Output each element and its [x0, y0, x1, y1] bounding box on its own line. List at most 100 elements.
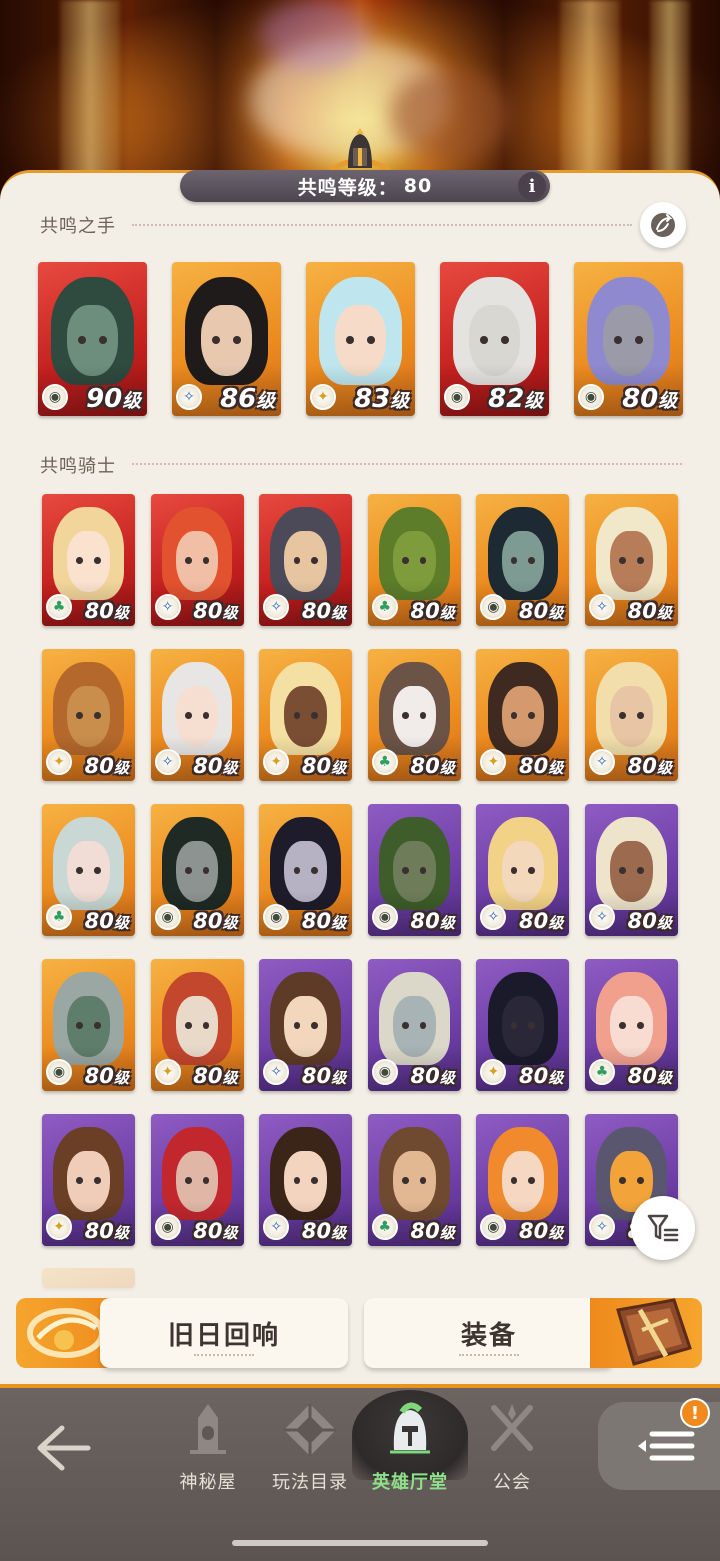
hero-portrait-eye: [293, 867, 301, 874]
hero-card[interactable]: ◉ 80级: [367, 804, 461, 936]
faction-wilder-icon: ♣: [371, 749, 398, 775]
hero-card[interactable]: ✧80级: [150, 649, 244, 781]
hero-card[interactable]: ✦ 80级: [476, 959, 570, 1091]
hero-level-unit: 级: [658, 391, 677, 412]
hero-level-value: 80: [193, 909, 223, 933]
hero-level-unit: 级: [439, 914, 455, 932]
hero-level-value: 80: [627, 909, 657, 933]
hero-card[interactable]: ◉ 80级: [476, 1114, 570, 1246]
hero-card[interactable]: ◉ 80级: [574, 262, 683, 416]
equipment-button[interactable]: 装备: [364, 1298, 614, 1368]
faction-celestial-icon: ✧: [263, 1059, 290, 1085]
hero-card[interactable]: ◉ 80级: [150, 1114, 244, 1246]
hero-level-value: 80: [627, 599, 657, 623]
hero-portrait-eye: [202, 1022, 210, 1029]
hero-card[interactable]: ✧80级: [585, 649, 678, 781]
hero-level-value: 80: [84, 599, 114, 623]
hero-portrait-eye: [76, 867, 83, 874]
hero-level-value: 80: [84, 909, 114, 933]
hero-portrait-eye: [637, 1022, 644, 1029]
hero-portrait-eye: [480, 335, 488, 344]
hero-card[interactable]: ✦ 80级: [259, 649, 353, 781]
hero-level: 80级: [628, 601, 672, 622]
hero-portrait-eye: [311, 1177, 318, 1184]
hero-card[interactable]: ◉ 90级: [38, 262, 147, 416]
hero-card[interactable]: ♣ 80级: [367, 1114, 461, 1246]
hero-card[interactable]: ♣ 80级: [367, 494, 461, 626]
hero-card[interactable]: ✧ 80级: [585, 494, 678, 626]
hero-card[interactable]: ♣ 80级: [585, 959, 678, 1091]
hero-card[interactable]: ✦ 80级: [150, 959, 244, 1091]
hero-portrait-eye: [185, 1177, 192, 1184]
hero-level-unit: 级: [222, 759, 238, 777]
hero-level-value: 83: [354, 384, 391, 414]
hero-card[interactable]: ◉ 80级: [476, 494, 570, 626]
nav-guild-label: 公会: [493, 1472, 531, 1493]
hero-portrait-eye: [76, 1177, 83, 1184]
hero-portrait-eye: [528, 557, 535, 564]
hero-portrait-eye: [94, 557, 101, 564]
faction-celestial-icon: ✧: [589, 594, 615, 620]
filter-button[interactable]: [631, 1196, 695, 1260]
echoes-button[interactable]: 旧日回响: [100, 1298, 348, 1368]
hero-card[interactable]: ✧80级: [476, 804, 570, 936]
hero-level: 80级: [193, 601, 237, 622]
hero-card[interactable]: ♣ 80级: [367, 649, 461, 781]
filter-icon: [647, 1214, 679, 1242]
hero-level-unit: 级: [548, 914, 564, 932]
hero-portrait-eye: [76, 712, 83, 719]
hero-portrait-eye: [637, 712, 644, 719]
nav-guild[interactable]: 公会: [462, 1400, 562, 1494]
faction-graveborn-icon: ◉: [46, 1059, 72, 1085]
switch-view-button[interactable]: [640, 202, 686, 248]
hero-level-unit: 级: [548, 1224, 564, 1242]
hero-portrait-eye: [619, 712, 626, 719]
nav-mystic-house[interactable]: 神秘屋: [158, 1400, 258, 1494]
hero-level: 80级: [302, 601, 346, 622]
hero-portrait-eye: [402, 867, 409, 874]
hero-card[interactable]: ✧80级: [259, 494, 353, 626]
echoes-label: 旧日回响: [167, 1320, 280, 1351]
crossed-swords-icon: [491, 1404, 533, 1451]
hero-level-unit: 级: [548, 1069, 564, 1087]
back-arrow-icon[interactable]: [30, 1418, 94, 1478]
hero-card[interactable]: ◉ 80级: [150, 804, 244, 936]
hero-portrait-eye: [293, 557, 301, 564]
hero-card[interactable]: ◉ 82级: [440, 262, 549, 416]
hero-level-unit: 级: [256, 391, 275, 412]
hero-card[interactable]: ✦ 80级: [42, 1114, 135, 1246]
hero-card[interactable]: ◉ 80级: [367, 959, 461, 1091]
nav-play-catalog[interactable]: 玩法目录: [260, 1400, 360, 1494]
faction-wilder-icon: ♣: [371, 594, 398, 620]
hero-card[interactable]: ✦ 80级: [476, 649, 570, 781]
faction-lightbearer-icon: ✦: [46, 1214, 72, 1240]
hero-portrait-eye: [185, 867, 192, 874]
hero-card[interactable]: ✧ 80级: [259, 959, 353, 1091]
faction-graveborn-icon: ◉: [371, 904, 398, 930]
info-button[interactable]: i: [518, 172, 546, 200]
hero-card[interactable]: ✦ 80级: [42, 649, 135, 781]
hero-card[interactable]: ✧80级: [259, 1114, 353, 1246]
hero-portrait-eye: [202, 712, 210, 719]
home-indicator[interactable]: [232, 1540, 488, 1546]
hero-level-value: 80: [622, 384, 659, 414]
resonance-level-value: 80: [403, 175, 433, 197]
hero-card[interactable]: ✦ 83级: [306, 262, 415, 416]
hero-portrait-eye: [528, 1177, 535, 1184]
hero-level: 80级: [193, 911, 237, 932]
hero-level: 80级: [519, 1221, 563, 1242]
hero-card[interactable]: ✧80级: [150, 494, 244, 626]
hero-level: 80级: [302, 1066, 346, 1087]
hero-level-unit: 级: [113, 1224, 129, 1242]
hero-level-unit: 级: [390, 391, 409, 412]
faction-celestial-icon: ✧: [263, 1214, 290, 1240]
hero-card[interactable]: ◉ 80级: [259, 804, 353, 936]
hero-level-unit: 级: [548, 759, 564, 777]
hero-card[interactable]: ♣ 80级: [42, 494, 135, 626]
nav-hero-hall[interactable]: 英雄厅堂: [360, 1400, 460, 1494]
hero-card[interactable]: ♣ 80级: [42, 804, 135, 936]
hero-card[interactable]: ✧ 86级: [172, 262, 281, 416]
hero-card[interactable]: ◉ 80级: [42, 959, 135, 1091]
hero-level-value: 80: [84, 1219, 114, 1243]
hero-card[interactable]: ✧80级: [585, 804, 678, 936]
